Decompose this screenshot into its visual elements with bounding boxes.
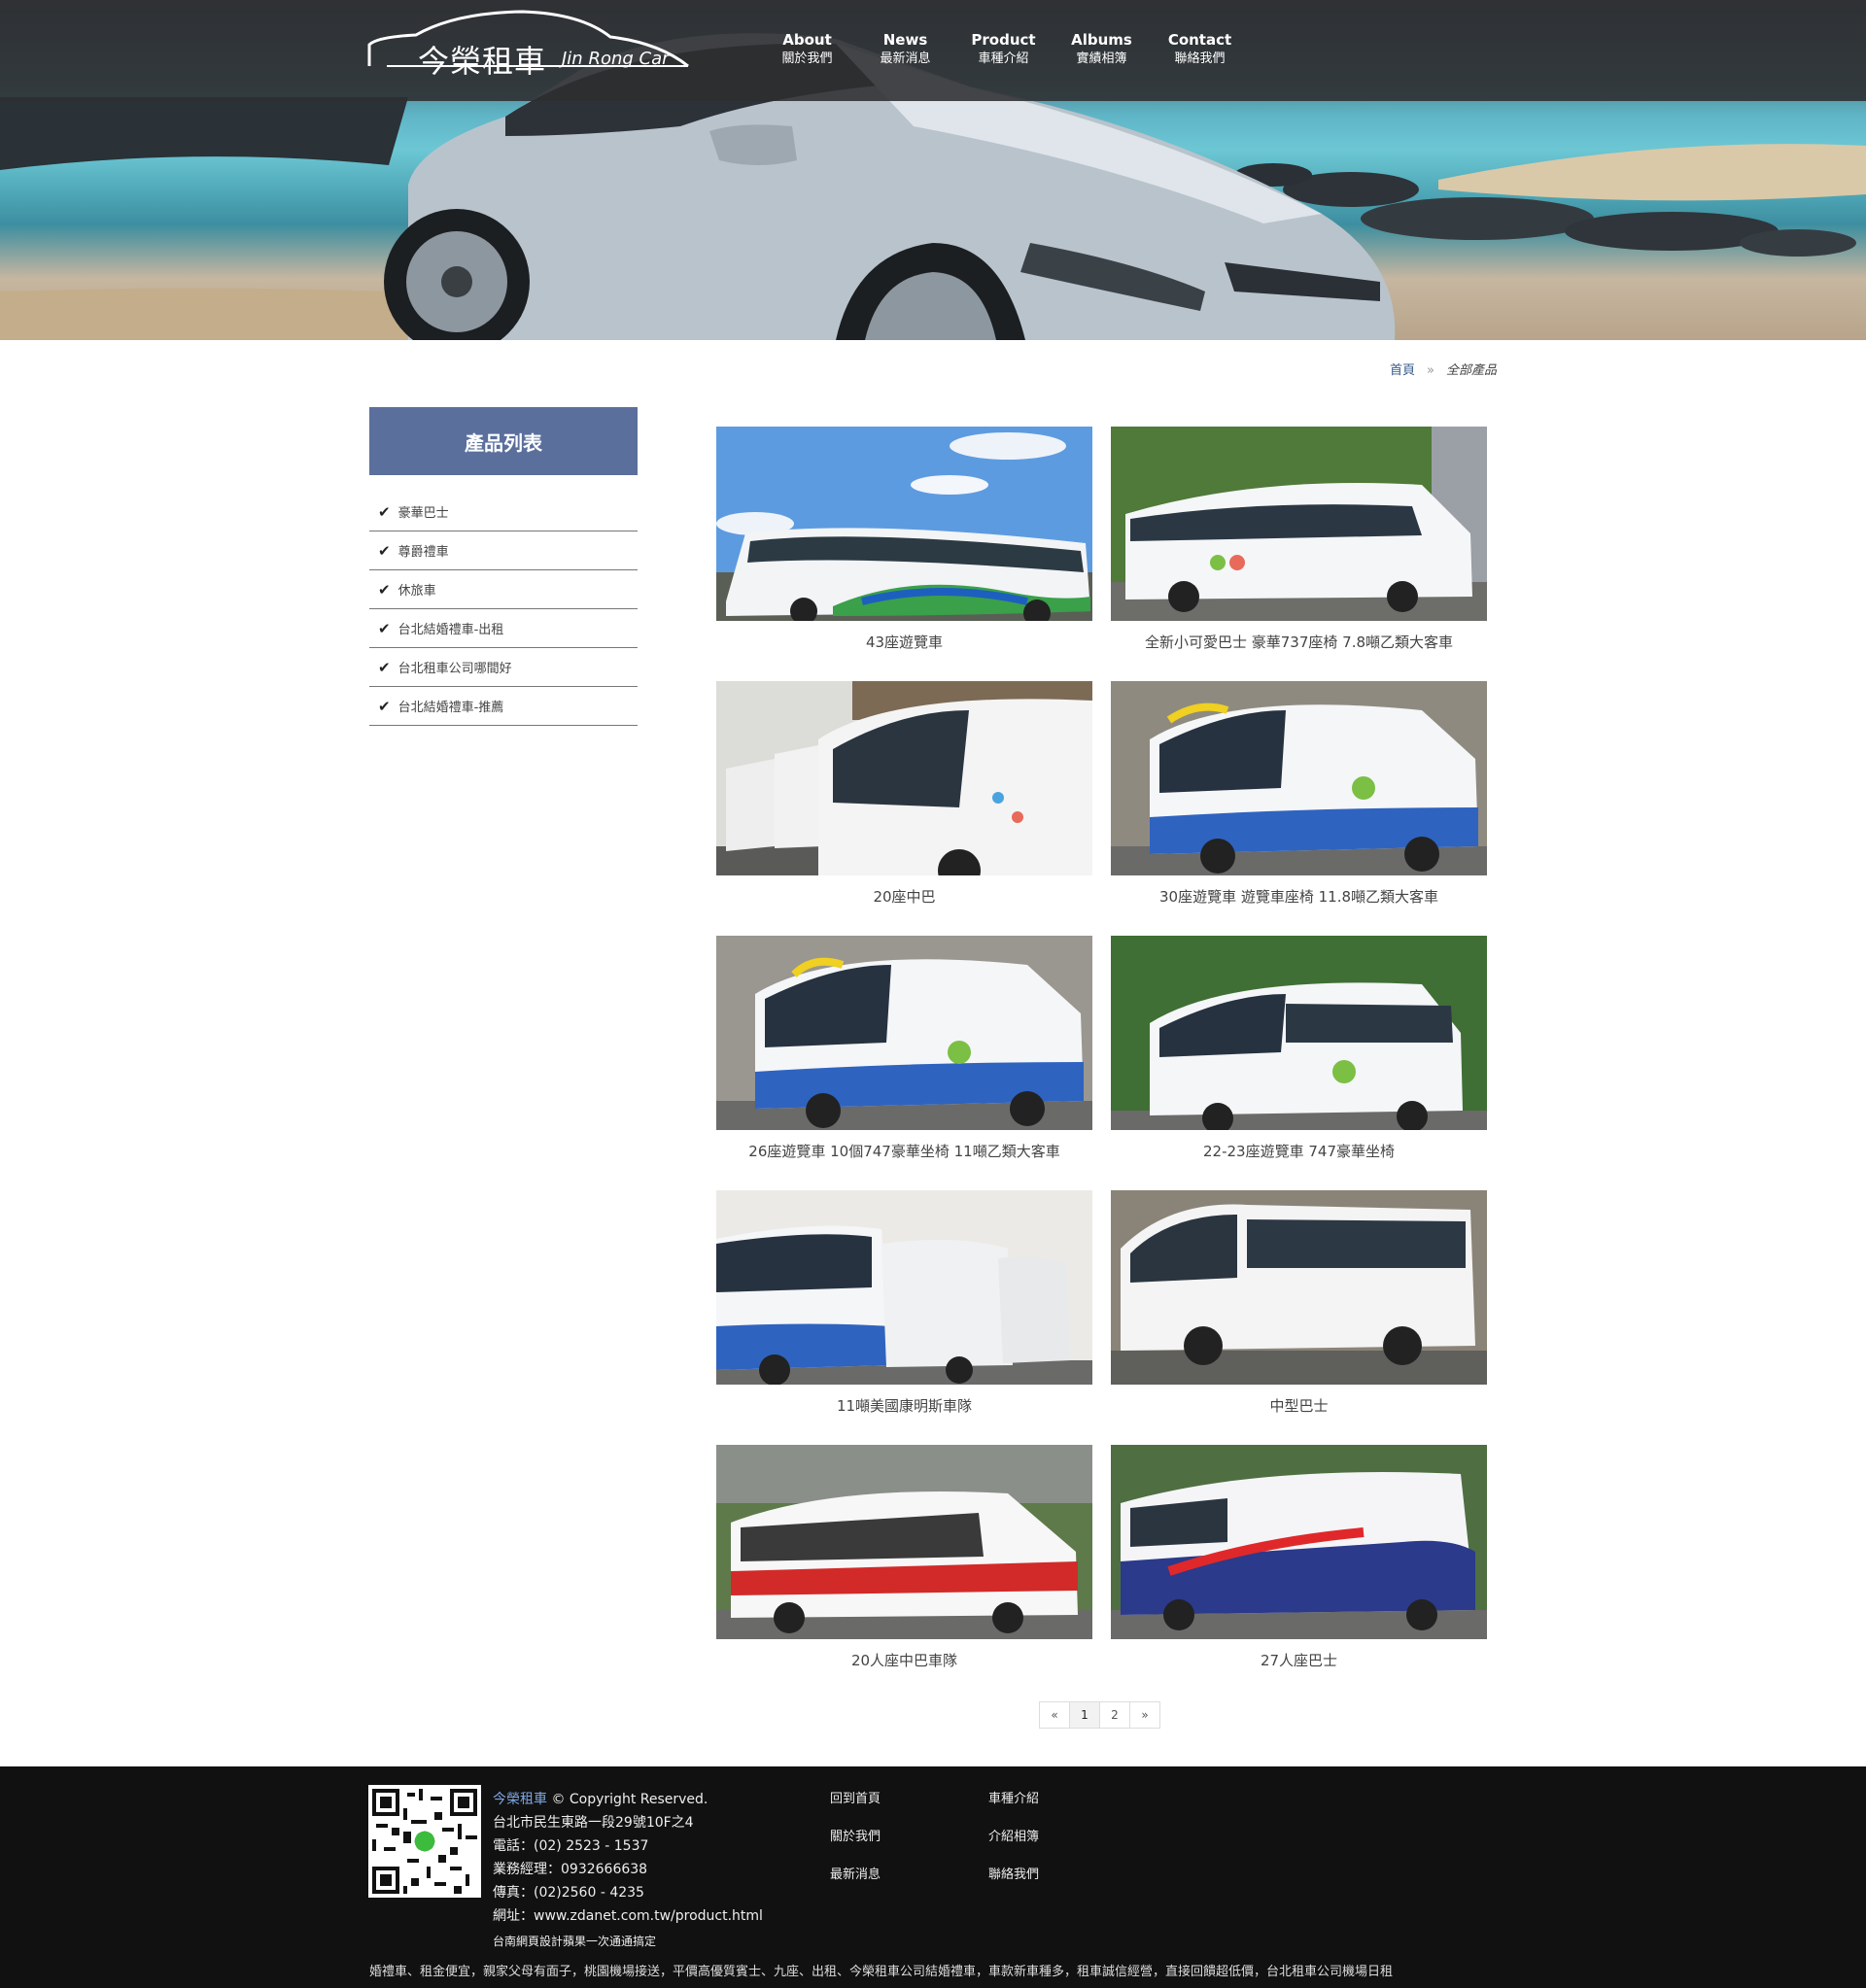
nav-news-cn: 最新消息	[880, 51, 931, 66]
sidebar-item-label: 豪華巴士	[397, 506, 449, 521]
footer-address: 台北市民生東路一段29號10F之4	[493, 1815, 694, 1831]
nav-albums[interactable]: Albums 實績相簿	[1053, 31, 1151, 68]
bus-photo[interactable]	[716, 1190, 1092, 1385]
breadcrumb-current: 全部產品	[1445, 363, 1497, 378]
product-card[interactable]: 22-23座遊覽車 747豪華坐椅	[1111, 936, 1487, 1161]
breadcrumb-separator: »	[1427, 363, 1434, 378]
brand-logo[interactable]: 今榮租車 Jin Rong Car	[367, 8, 689, 80]
footer-site: 網址：www.zdanet.com.tw/product.html	[493, 1908, 763, 1924]
product-card[interactable]: 26座遊覽車 10個747豪華坐椅 11噸乙類大客車	[716, 936, 1092, 1161]
footer-copyright: © Copyright Reserved.	[551, 1792, 708, 1807]
nav-albums-cn: 實績相簿	[1076, 51, 1127, 66]
product-card[interactable]: 27人座巴士	[1111, 1445, 1487, 1670]
bus-photo[interactable]	[716, 1445, 1092, 1639]
sidebar-item-label: 尊爵禮車	[397, 545, 449, 560]
product-caption[interactable]: 43座遊覽車	[716, 632, 1092, 652]
footer: 今榮租車 © Copyright Reserved. 台北市民生東路一段29號1…	[0, 1766, 1866, 1988]
sidebar-item[interactable]: ✔ 休旅車	[369, 570, 638, 609]
product-caption[interactable]: 20人座中巴車隊	[716, 1650, 1092, 1670]
footer-info: 今榮租車 © Copyright Reserved. 台北市民生東路一段29號1…	[493, 1788, 763, 1953]
nav-albums-en: Albums	[1071, 31, 1132, 49]
nav-about[interactable]: About 關於我們	[758, 31, 856, 68]
pagination-next[interactable]: »	[1129, 1701, 1160, 1729]
nav-about-en: About	[782, 31, 832, 49]
sidebar-item-label: 台北結婚禮車-推薦	[397, 701, 504, 715]
product-sidebar: 產品列表 ✔ 豪華巴士 ✔ 尊爵禮車 ✔ 休旅車 ✔ 台北結婚禮車-出租 ✔ 台北租車公司…	[369, 407, 638, 726]
pagination-page-2[interactable]: 2	[1099, 1701, 1130, 1729]
footer-phone: 電話：(02) 2523 - 1537	[493, 1838, 649, 1854]
breadcrumb-home[interactable]: 首頁	[1390, 363, 1415, 378]
product-caption[interactable]: 中型巴士	[1111, 1395, 1487, 1416]
qr-code-icon	[368, 1785, 481, 1898]
check-icon: ✔	[378, 658, 391, 676]
bus-photo[interactable]	[1111, 1190, 1487, 1385]
sidebar-item[interactable]: ✔ 尊爵禮車	[369, 531, 638, 570]
sidebar-list: ✔ 豪華巴士 ✔ 尊爵禮車 ✔ 休旅車 ✔ 台北結婚禮車-出租 ✔ 台北租車公司哪間好 ✔…	[369, 493, 638, 726]
footer-link-albums[interactable]: 介紹相簿	[988, 1826, 1115, 1864]
brand-name-cn: 今榮租車	[418, 43, 547, 80]
breadcrumb: 首頁 » 全部產品	[1390, 360, 1497, 378]
product-caption[interactable]: 全新小可愛巴士 豪華737座椅 7.8噸乙類大客車	[1111, 632, 1487, 652]
bus-photo[interactable]	[1111, 1445, 1487, 1639]
sidebar-item[interactable]: ✔ 台北結婚禮車-推薦	[369, 687, 638, 726]
bus-photo[interactable]	[1111, 427, 1487, 621]
footer-fax: 傳真：(02)2560 - 4235	[493, 1885, 644, 1901]
check-icon: ✔	[378, 619, 391, 637]
product-caption[interactable]: 26座遊覽車 10個747豪華坐椅 11噸乙類大客車	[716, 1141, 1092, 1161]
nav-news[interactable]: News 最新消息	[856, 31, 954, 68]
pagination-prev[interactable]: «	[1039, 1701, 1070, 1729]
check-icon: ✔	[378, 697, 391, 715]
sidebar-item[interactable]: ✔ 台北租車公司哪間好	[369, 648, 638, 687]
sidebar-title: 產品列表	[369, 407, 638, 475]
check-icon: ✔	[378, 502, 391, 521]
pagination-page-1[interactable]: 1	[1069, 1701, 1100, 1729]
sidebar-item[interactable]: ✔ 台北結婚禮車-出租	[369, 609, 638, 648]
footer-link-contact[interactable]: 聯絡我們	[988, 1864, 1115, 1902]
bus-photo[interactable]	[716, 936, 1092, 1130]
check-icon: ✔	[378, 541, 391, 560]
product-card[interactable]: 20座中巴	[716, 681, 1092, 907]
footer-link-home[interactable]: 回到首頁	[830, 1788, 956, 1826]
nav-product[interactable]: Product 車種介紹	[954, 31, 1053, 68]
main-nav: About 關於我們 News 最新消息 Product 車種介紹 Albums 實績相…	[758, 31, 1249, 68]
product-card[interactable]: 20人座中巴車隊	[716, 1445, 1092, 1670]
product-caption[interactable]: 20座中巴	[716, 886, 1092, 907]
sidebar-item-label: 台北結婚禮車-出租	[397, 623, 504, 637]
nav-product-cn: 車種介紹	[978, 51, 1029, 66]
footer-brand[interactable]: 今榮租車	[493, 1792, 547, 1807]
sidebar-item-label: 休旅車	[397, 584, 436, 599]
product-card[interactable]: 11噸美國康明斯車隊	[716, 1190, 1092, 1416]
check-icon: ✔	[378, 580, 391, 599]
sidebar-item-label: 台北租車公司哪間好	[397, 662, 512, 676]
bus-photo[interactable]	[1111, 936, 1487, 1130]
nav-product-en: Product	[971, 31, 1036, 49]
bus-photo[interactable]	[1111, 681, 1487, 875]
sidebar-item[interactable]: ✔ 豪華巴士	[369, 493, 638, 531]
product-caption[interactable]: 30座遊覽車 遊覽車座椅 11.8噸乙類大客車	[1111, 886, 1487, 907]
hero-banner: 今榮租車 Jin Rong Car About 關於我們 News 最新消息 Pro…	[0, 0, 1866, 340]
footer-ticker: 婚禮車、租金便宜，親家父母有面子，桃園機場接送，平價高優質賓士、九座、出租、今榮…	[369, 1965, 1394, 1979]
product-caption[interactable]: 22-23座遊覽車 747豪華坐椅	[1111, 1141, 1487, 1161]
product-card[interactable]: 43座遊覽車	[716, 427, 1092, 652]
nav-news-en: News	[882, 31, 928, 49]
footer-link-products[interactable]: 車種介紹	[988, 1788, 1115, 1826]
top-navigation-bar: 今榮租車 Jin Rong Car About 關於我們 News 最新消息 Pro…	[0, 0, 1866, 101]
footer-credit[interactable]: 台南網頁設計蘋果一次通通搞定	[493, 1930, 763, 1953]
footer-link-news[interactable]: 最新消息	[830, 1864, 956, 1902]
bus-photo[interactable]	[716, 427, 1092, 621]
nav-contact-en: Contact	[1167, 31, 1232, 49]
footer-link-about[interactable]: 關於我們	[830, 1826, 956, 1864]
product-card[interactable]: 中型巴士	[1111, 1190, 1487, 1416]
pagination: « 1 2 »	[1039, 1701, 1160, 1729]
nav-contact-cn: 聯絡我們	[1174, 51, 1226, 66]
product-caption[interactable]: 11噸美國康明斯車隊	[716, 1395, 1092, 1416]
nav-about-cn: 關於我們	[781, 51, 833, 66]
product-caption[interactable]: 27人座巴士	[1111, 1650, 1487, 1670]
footer-manager: 業務經理：0932666638	[493, 1862, 648, 1877]
product-card[interactable]: 全新小可愛巴士 豪華737座椅 7.8噸乙類大客車	[1111, 427, 1487, 652]
bus-photo[interactable]	[716, 681, 1092, 875]
nav-contact[interactable]: Contact 聯絡我們	[1151, 31, 1249, 68]
brand-name-en: Jin Rong Car	[562, 49, 670, 69]
product-card[interactable]: 30座遊覽車 遊覽車座椅 11.8噸乙類大客車	[1111, 681, 1487, 907]
